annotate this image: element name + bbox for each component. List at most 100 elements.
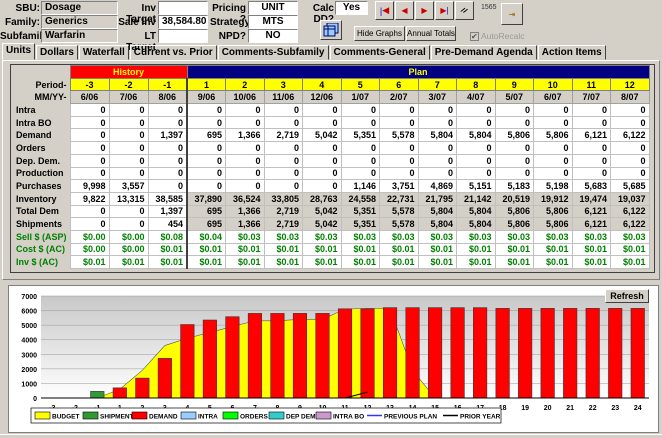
grid-cell[interactable]: $0.03: [302, 229, 342, 244]
grid-cell[interactable]: 0: [186, 141, 227, 155]
grid-cell[interactable]: 0: [571, 141, 612, 155]
grid-cell[interactable]: 0: [494, 166, 535, 181]
grid-cell[interactable]: 0: [533, 115, 573, 130]
grid-cell[interactable]: 6,121: [571, 204, 612, 219]
pricing-field[interactable]: UNIT: [248, 1, 298, 15]
tab-pre-demand-agenda[interactable]: Pre-Demand Agenda: [430, 45, 537, 60]
grid-cell[interactable]: $0.01: [147, 242, 188, 257]
grid-cell[interactable]: 0: [610, 115, 650, 130]
grid-cell[interactable]: 695: [186, 204, 227, 219]
grid-cell[interactable]: $0.03: [456, 229, 496, 244]
grid-cell[interactable]: 5,578: [379, 217, 419, 231]
grid-cell[interactable]: 0: [186, 166, 227, 181]
grid-cell[interactable]: 0: [533, 166, 573, 181]
grid-cell[interactable]: 0: [494, 115, 535, 130]
grid-cell[interactable]: 28,763: [302, 191, 342, 206]
grid-cell[interactable]: $0.01: [417, 255, 458, 269]
grid-cell[interactable]: 37,890: [186, 191, 227, 206]
grid-cell[interactable]: 19,474: [571, 191, 612, 206]
grid-cell[interactable]: 36,524: [225, 191, 265, 206]
grid-cell[interactable]: 5,042: [302, 217, 342, 231]
grid-cell[interactable]: 38,585: [147, 191, 188, 206]
hide-graphs-button[interactable]: Hide Graphs: [354, 26, 405, 41]
grid-cell[interactable]: 5,806: [533, 204, 573, 219]
grid-cell[interactable]: 0: [69, 141, 110, 155]
grid-cell[interactable]: 5,151: [456, 179, 496, 193]
grid-cell[interactable]: 0: [147, 115, 188, 130]
grid-cell[interactable]: 0: [302, 141, 342, 155]
grid-cell[interactable]: 0: [186, 115, 227, 130]
grid-cell[interactable]: $0.01: [69, 255, 110, 269]
grid-cell[interactable]: 5,042: [302, 204, 342, 219]
sale-inv-input[interactable]: 38,584.80: [158, 15, 208, 29]
grid-cell[interactable]: 0: [302, 153, 342, 168]
grid-cell[interactable]: 20,519: [494, 191, 535, 206]
grid-cell[interactable]: 0: [147, 103, 188, 117]
npd-field[interactable]: NO: [248, 29, 298, 43]
grid-cell[interactable]: $0.01: [186, 255, 227, 269]
grid-cell[interactable]: $0.01: [379, 242, 419, 257]
grid-cell[interactable]: 0: [533, 103, 573, 117]
grid-cell[interactable]: $0.00: [69, 229, 110, 244]
grid-cell[interactable]: 0: [147, 141, 188, 155]
grid-cell[interactable]: 0: [533, 141, 573, 155]
grid-cell[interactable]: 0: [379, 153, 419, 168]
grid-cell[interactable]: 0: [108, 141, 149, 155]
grid-cell[interactable]: $0.01: [263, 242, 304, 257]
grid-cell[interactable]: $0.03: [494, 229, 535, 244]
grid-cell[interactable]: 21,795: [417, 191, 458, 206]
grid-cell[interactable]: 0: [263, 179, 304, 193]
strategy-field[interactable]: MTS: [248, 15, 298, 29]
grid-cell[interactable]: 0: [225, 141, 265, 155]
grid-cell[interactable]: 0: [340, 166, 381, 181]
grid-cell[interactable]: 5,806: [533, 217, 573, 231]
grid-cell[interactable]: 5,351: [340, 128, 381, 143]
grid-cell[interactable]: 6,122: [610, 128, 650, 143]
grid-cell[interactable]: 5,042: [302, 128, 342, 143]
grid-cell[interactable]: 1,146: [340, 179, 381, 193]
grid-cell[interactable]: 0: [610, 141, 650, 155]
grid-cell[interactable]: 695: [186, 217, 227, 231]
grid-cell[interactable]: 5,806: [533, 128, 573, 143]
grid-cell[interactable]: 9,998: [69, 179, 110, 193]
last-record-button[interactable]: ▶ |: [435, 1, 454, 20]
grid-cell[interactable]: $0.01: [186, 242, 227, 257]
grid-cell[interactable]: $0.01: [610, 255, 650, 269]
grid-cell[interactable]: $0.03: [340, 229, 381, 244]
grid-cell[interactable]: 5,804: [456, 217, 496, 231]
tab-comments-subfamily[interactable]: Comments-Subfamily: [217, 45, 329, 60]
grid-cell[interactable]: 0: [417, 115, 458, 130]
grid-cell[interactable]: 6,122: [610, 204, 650, 219]
grid-cell[interactable]: 1,397: [147, 128, 188, 143]
grid-cell[interactable]: 0: [225, 153, 265, 168]
first-record-button[interactable]: | ◀: [375, 1, 394, 20]
grid-cell[interactable]: 21,142: [456, 191, 496, 206]
grid-cell[interactable]: 0: [108, 128, 149, 143]
grid-cell[interactable]: 0: [610, 153, 650, 168]
grid-cell[interactable]: 5,351: [340, 204, 381, 219]
grid-cell[interactable]: 0: [263, 141, 304, 155]
refresh-button[interactable]: Refresh: [605, 289, 649, 303]
grid-cell[interactable]: 0: [340, 115, 381, 130]
grid-cell[interactable]: $0.01: [610, 242, 650, 257]
grid-cell[interactable]: 1,366: [225, 217, 265, 231]
grid-cell[interactable]: 0: [456, 141, 496, 155]
grid-cell[interactable]: 0: [494, 153, 535, 168]
grid-cell[interactable]: 0: [302, 179, 342, 193]
grid-cell[interactable]: 0: [69, 103, 110, 117]
grid-cell[interactable]: 2,719: [263, 204, 304, 219]
grid-cell[interactable]: 0: [108, 103, 149, 117]
grid-cell[interactable]: 5,806: [494, 128, 535, 143]
grid-cell[interactable]: $0.01: [225, 255, 265, 269]
grid-cell[interactable]: 5,683: [571, 179, 612, 193]
grid-cell[interactable]: $0.01: [108, 255, 149, 269]
grid-cell[interactable]: 22,731: [379, 191, 419, 206]
grid-cell[interactable]: 0: [302, 115, 342, 130]
grid-cell[interactable]: 0: [571, 115, 612, 130]
grid-view-button[interactable]: [320, 20, 342, 40]
grid-cell[interactable]: $0.00: [69, 242, 110, 257]
grid-cell[interactable]: 0: [379, 103, 419, 117]
grid-cell[interactable]: $0.01: [225, 242, 265, 257]
grid-cell[interactable]: 0: [533, 153, 573, 168]
grid-cell[interactable]: 2,719: [263, 217, 304, 231]
